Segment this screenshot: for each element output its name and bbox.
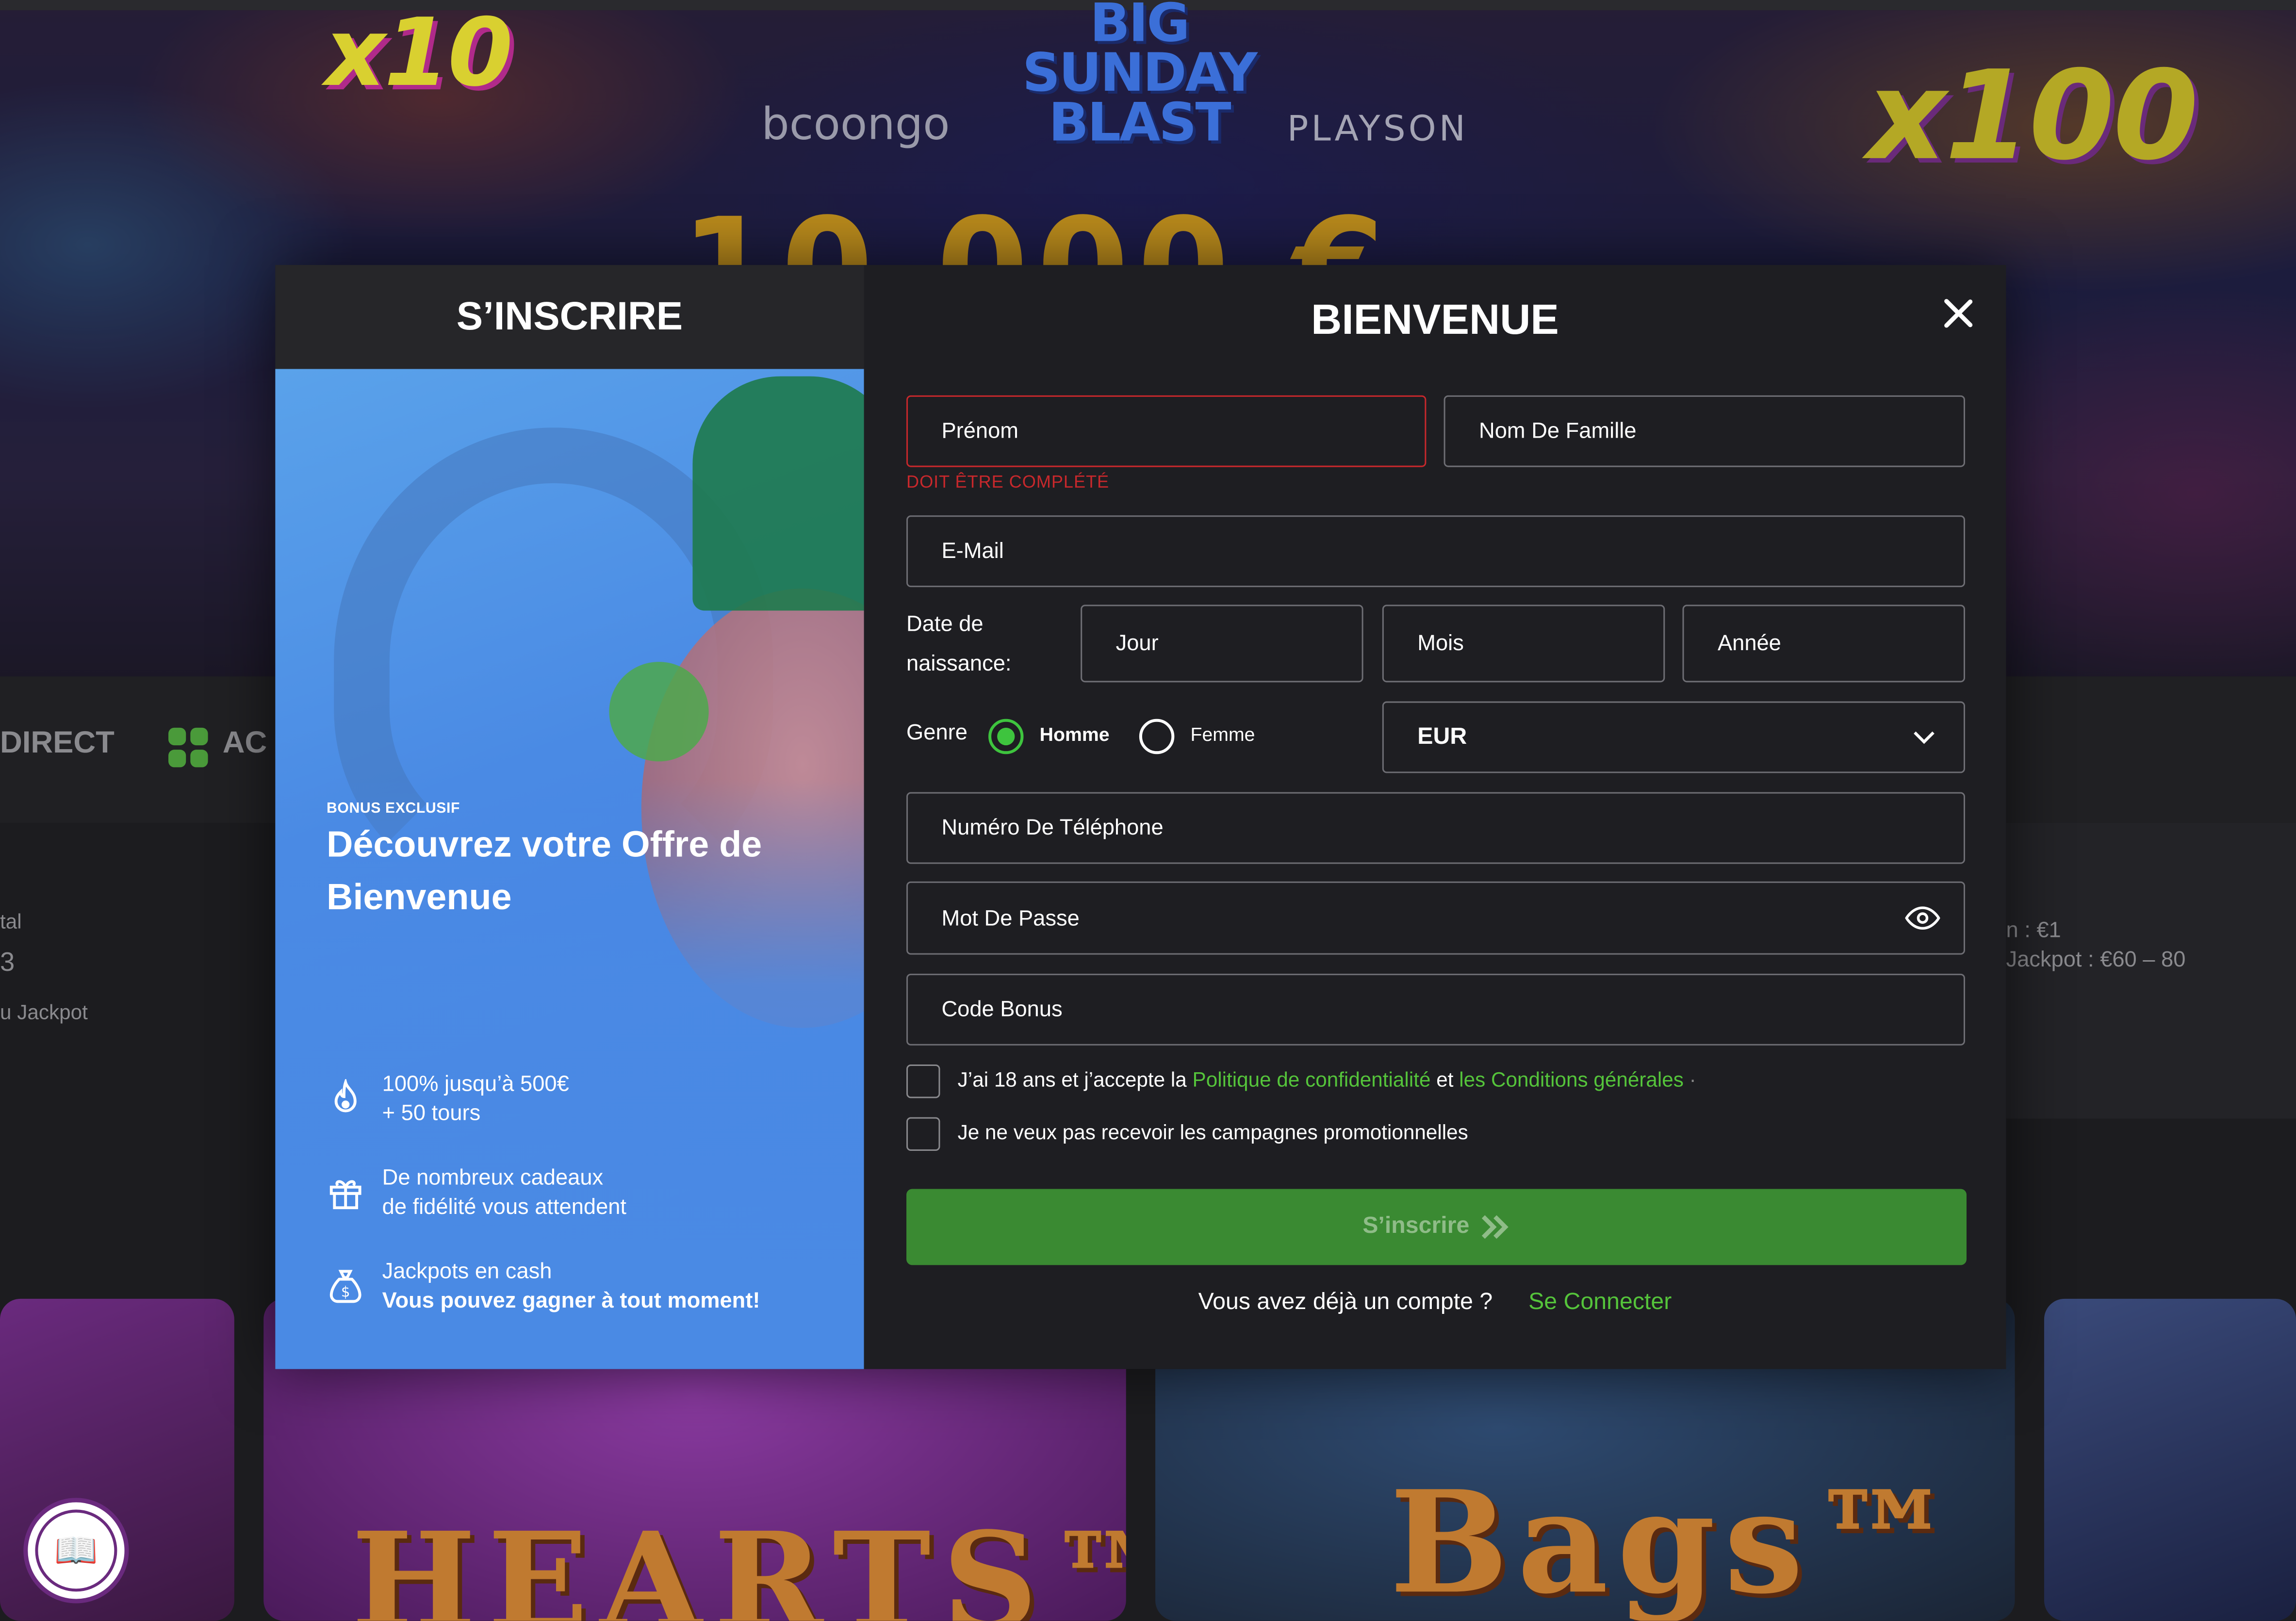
jackpot-info-left: tal 3 u Jackpot	[0, 879, 88, 1037]
have-account-text: Vous avez déjà un compte ?	[1198, 1290, 1493, 1315]
clover-illustration	[609, 662, 709, 762]
promo-feature-2-line1: De nombreux cadeaux	[382, 1165, 604, 1191]
provider-logo-bcoongo: bcoongo	[761, 99, 950, 151]
terms-text: J’ai 18 ans et j’accepte la Politique de…	[958, 1067, 1696, 1091]
form-title: BIENVENUE	[1311, 297, 1559, 344]
jackpot-left-line2: 3	[0, 947, 15, 977]
promo-feature-jackpots: $ Jackpots en cash Vous pouvez gagner à t…	[327, 1258, 760, 1316]
gender-label: Genre	[906, 720, 968, 746]
login-link[interactable]: Se Connecter	[1528, 1290, 1672, 1315]
first-name-input[interactable]: Prénom	[906, 395, 1427, 467]
bonus-code-input[interactable]: Code Bonus	[906, 973, 1965, 1046]
jackpot-info-right: n : €1 Jackpot : €60 – 80	[2006, 917, 2185, 975]
promo-feature-1-line2: + 50 tours	[382, 1101, 481, 1126]
promo-big-sunday: BIG SUNDAY BLAST	[1022, 0, 1258, 154]
gender-male-radio[interactable]	[988, 719, 1024, 754]
book-of-bonus-badge[interactable]: 📖	[23, 1498, 129, 1604]
no-promo-text: Je ne veux pas recevoir les campagnes pr…	[957, 1120, 1468, 1144]
privacy-policy-link[interactable]: Politique de confidentialité	[1193, 1067, 1431, 1091]
promo-feature-3-line2: Vous pouvez gagner à tout moment!	[382, 1288, 760, 1314]
modal-left-column: S’INSCRIRE BONUS EXCLUSIF Découvrez votr…	[275, 265, 864, 1369]
clover-icon	[168, 727, 210, 769]
email-input[interactable]: E-Mail	[906, 515, 1965, 588]
promo-x100: x100	[1867, 44, 2199, 188]
book-icon: 📖	[35, 1509, 117, 1592]
flame-icon	[334, 1079, 357, 1113]
dob-day-select[interactable]: Jour	[1081, 605, 1363, 683]
page: x10 BIG SUNDAY BLAST bcoongo PLAYSON x10…	[0, 0, 2296, 1621]
hat-illustration	[692, 376, 864, 611]
terms-conditions-link[interactable]: les Conditions générales	[1459, 1067, 1684, 1091]
gender-male-label[interactable]: Homme	[1040, 723, 1110, 745]
terms-prefix: J’ai 18 ans et j’accepte la	[957, 1067, 1187, 1091]
promo-feature-gifts: De nombreux cadeaux de fidélité vous atte…	[327, 1164, 626, 1223]
login-prompt: Vous avez déjà un compte ? Se Connecter	[864, 1290, 2006, 1316]
promo-title: Découvrez votre Offre de Bienvenue	[326, 824, 762, 918]
game-thumb-4[interactable]	[2044, 1298, 2296, 1621]
submit-label: S’inscrire	[1362, 1213, 1470, 1239]
terms-and: et	[1436, 1067, 1454, 1091]
game-title-bags: Bags™	[1389, 1459, 1962, 1621]
promo-feature-1-line1: 100% jusqu’à 500€	[382, 1072, 569, 1097]
nav-item-ac[interactable]: AC	[223, 726, 267, 761]
terms-suffix: ·	[1689, 1067, 1696, 1091]
jackpot-left-line1: tal	[0, 909, 22, 933]
dob-label: Date de naissance:	[906, 612, 1012, 677]
phone-input[interactable]: Numéro De Téléphone	[906, 792, 1965, 864]
gender-female-radio[interactable]	[1139, 719, 1175, 754]
double-chevron-right-icon	[1482, 1215, 1509, 1239]
svg-text:$: $	[341, 1284, 350, 1300]
close-icon[interactable]	[1939, 295, 1977, 332]
password-input[interactable]: Mot De Passe	[906, 881, 1965, 955]
nav-item-direct[interactable]: DIRECT	[0, 726, 115, 761]
currency-value: EUR	[1417, 724, 1467, 749]
password-placeholder: Mot De Passe	[941, 905, 1080, 931]
promo-kicker: BONUS EXCLUSIF	[326, 801, 460, 817]
no-promo-checkbox[interactable]	[906, 1117, 940, 1151]
promo-feature-bonus: 100% jusqu’à 500€ + 50 tours	[327, 1070, 569, 1129]
signup-form: BIENVENUE Prénom DOIT ÊTRE COMPLÉTÉ Nom …	[864, 265, 2006, 1369]
eye-icon[interactable]	[1905, 901, 1940, 935]
gender-female-label[interactable]: Femme	[1191, 723, 1255, 745]
tab-signup[interactable]: S’INSCRIRE	[275, 265, 864, 369]
promo-x10: x10	[325, 0, 513, 109]
last-name-input[interactable]: Nom De Famille	[1443, 395, 1965, 467]
chevron-down-icon	[1914, 723, 1935, 744]
jackpot-right-line2: Jackpot : €60 – 80	[2006, 947, 2186, 972]
money-bag-icon: $	[329, 1270, 361, 1303]
game-title-hearts: HEARTS™	[351, 1504, 1126, 1621]
promo-feature-3-line1: Jackpots en cash	[382, 1259, 552, 1284]
jackpot-right-line1: n : €1	[2006, 918, 2061, 943]
dob-year-select[interactable]: Année	[1682, 605, 1965, 683]
provider-logo-playson: PLAYSON	[1287, 108, 1468, 149]
currency-select[interactable]: EUR	[1382, 701, 1965, 773]
dob-month-select[interactable]: Mois	[1382, 605, 1665, 683]
jackpot-left-line3: u Jackpot	[0, 1000, 88, 1024]
signup-modal: S’INSCRIRE BONUS EXCLUSIF Découvrez votr…	[275, 265, 2006, 1369]
signup-submit-button[interactable]: S’inscrire	[906, 1189, 1967, 1265]
first-name-error: DOIT ÊTRE COMPLÉTÉ	[906, 471, 1110, 492]
promo-feature-2-line2: de fidélité vous attendent	[382, 1195, 627, 1220]
gift-icon	[329, 1180, 361, 1210]
terms-checkbox[interactable]	[906, 1064, 940, 1098]
